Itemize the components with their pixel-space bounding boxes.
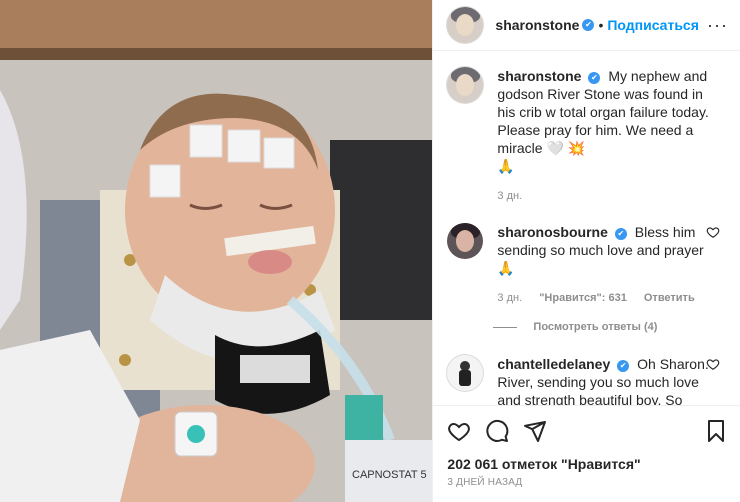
post-date[interactable]: 3 ДНЕЙ НАЗАД	[433, 477, 740, 502]
caption-meta: 3 дн.	[497, 187, 711, 205]
verified-badge-icon: ✔	[614, 228, 627, 240]
instagram-post: CAPNOSTAT 5 sharonstone ✔ • Подписаться …	[0, 0, 740, 502]
caption: sharonstone ✔ My nephew and godson River …	[447, 67, 728, 205]
post-photo[interactable]: CAPNOSTAT 5	[0, 0, 433, 502]
commenter-avatar[interactable]	[447, 355, 484, 391]
photo-illustration: CAPNOSTAT 5	[0, 0, 433, 502]
caption-emojis: 🤍 💥	[546, 140, 586, 156]
more-options-icon[interactable]: ···	[707, 15, 728, 36]
comment-meta: 3 дн. "Нравится": 631 Ответить	[497, 289, 711, 307]
verified-badge-icon: ✔	[588, 72, 601, 84]
separator-dot: •	[598, 17, 604, 33]
caption-username[interactable]: sharonstone	[497, 68, 581, 84]
heart-icon[interactable]	[706, 225, 720, 239]
comment-icon[interactable]	[485, 419, 509, 443]
post-sidebar: sharonstone ✔ • Подписаться ··· sharonst…	[432, 0, 740, 502]
caption-avatar[interactable]	[447, 67, 484, 103]
reply-button[interactable]: Ответить	[644, 292, 695, 304]
comment-username[interactable]: sharonosbourne	[497, 224, 607, 240]
action-bar	[433, 405, 740, 455]
verified-badge-icon: ✔	[582, 19, 595, 31]
commenter-avatar[interactable]	[447, 223, 484, 259]
like-heart-icon[interactable]	[447, 419, 471, 443]
likes-count[interactable]: 202 061 отметок "Нравится"	[433, 455, 740, 477]
replies-divider	[493, 326, 518, 328]
comment-item: sharonosbourne ✔ Bless him sending so muc…	[447, 223, 728, 307]
verified-badge-icon: ✔	[617, 360, 630, 372]
view-replies-button[interactable]: Посмотреть ответы (4)	[493, 321, 728, 333]
comment-emoji: 🙏	[497, 260, 515, 276]
post-header: sharonstone ✔ • Подписаться ···	[433, 0, 740, 51]
share-icon[interactable]	[523, 419, 547, 443]
comment-time[interactable]: 3 дн.	[497, 292, 522, 304]
comment-likes[interactable]: "Нравится": 631	[539, 292, 627, 304]
view-replies-label: Посмотреть ответы (4)	[533, 321, 658, 333]
caption-emoji-line2: 🙏	[497, 158, 515, 174]
comments-list: sharonstone ✔ My nephew and godson River …	[433, 51, 740, 405]
heart-icon[interactable]	[706, 357, 720, 371]
comment-username[interactable]: chantelledelaney	[497, 356, 610, 372]
device-label: CAPNOSTAT 5	[352, 469, 427, 481]
author-username[interactable]: sharonstone	[495, 17, 579, 33]
follow-button[interactable]: Подписаться	[607, 17, 699, 33]
author-avatar[interactable]	[447, 7, 484, 43]
comment-item: chantelledelaney ✔ Oh Sharon. River, send…	[447, 355, 728, 405]
bookmark-icon[interactable]	[704, 419, 728, 443]
caption-time[interactable]: 3 дн.	[497, 190, 522, 202]
